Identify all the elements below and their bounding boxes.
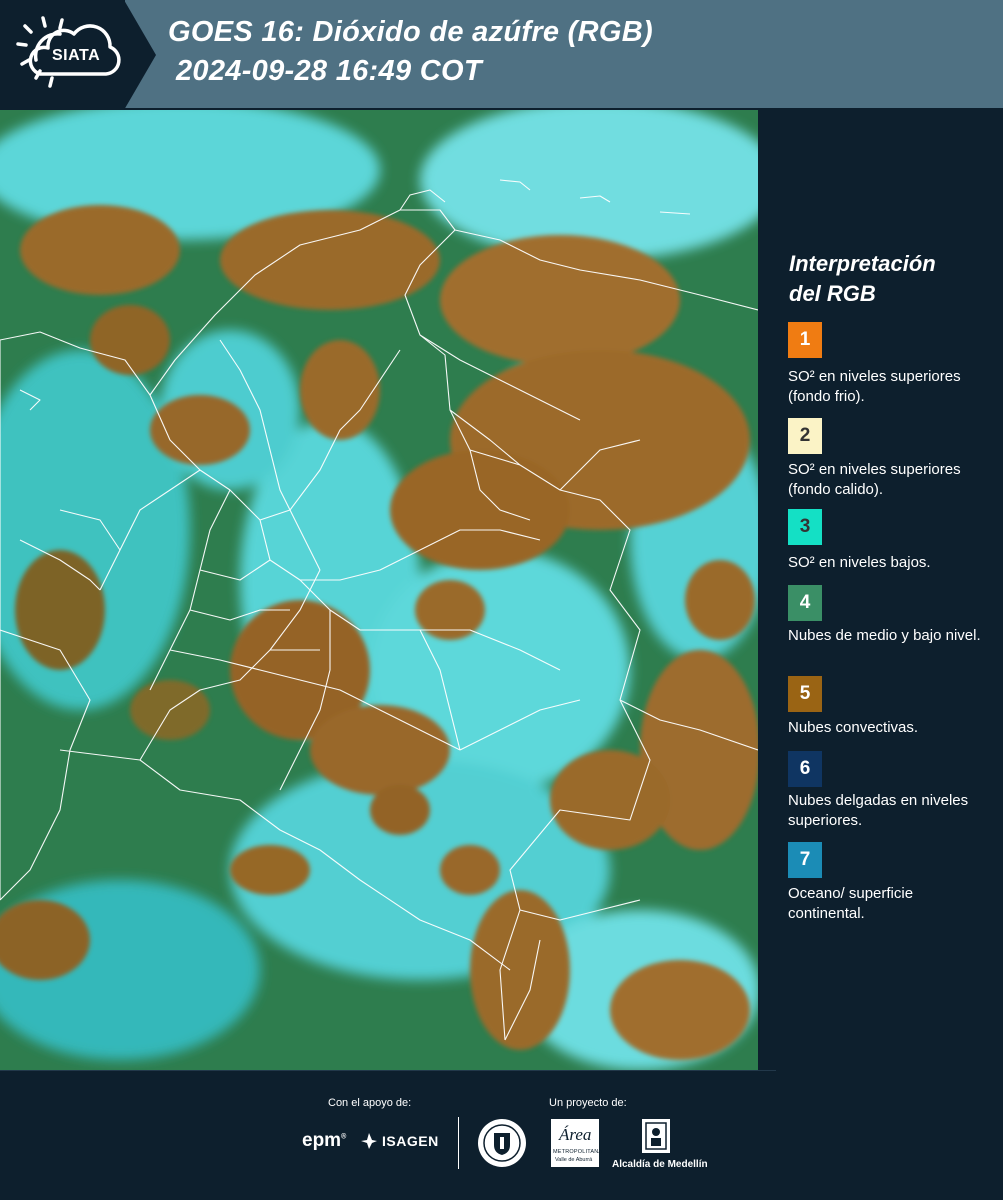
isagen-logo: ISAGEN (360, 1132, 439, 1150)
area-metropolitana-logo: Área METROPOLITANA Valle de Aburrá (551, 1119, 602, 1167)
legend-title: Interpretación del RGB (789, 249, 989, 309)
project-label: Un proyecto de: (549, 1097, 627, 1109)
legend-text-4: Nubes de medio y bajo nivel. (788, 627, 981, 644)
epm-logo: epm® (302, 1130, 347, 1151)
legend-text-3: SO² en niveles bajos. (788, 554, 931, 571)
support-label: Con el apoyo de: (328, 1097, 412, 1109)
medellin-seal-icon (478, 1119, 526, 1167)
legend-swatch-4: 4 (788, 585, 822, 621)
page-subtitle-date: 2024-09-28 16:49 COT (176, 55, 482, 87)
legend-swatch-6: 6 (788, 751, 822, 787)
legend-text-2: SO² en niveles superiores (fondo calido)… (788, 461, 961, 498)
footer-vertical-divider (458, 1117, 459, 1169)
legend-text-5: Nubes convectivas. (788, 719, 919, 736)
legend-text-7: Oceano/ superficie continental. (788, 885, 914, 922)
siata-logo: SIATA (14, 12, 132, 96)
legend-title-line1: Interpretación (789, 251, 936, 276)
legend-text-1: SO² en niveles superiores (fondo frio). (788, 368, 961, 405)
legend-swatch-5: 5 (788, 676, 822, 712)
legend-text-6: Nubes delgadas en niveles superiores. (788, 792, 969, 829)
satellite-map[interactable] (0, 110, 758, 1070)
satellite-image (0, 110, 758, 1070)
alcaldia-shield-icon (642, 1119, 670, 1153)
legend-swatch-7: 7 (788, 842, 822, 878)
footer: Con el apoyo de: Un proyecto de: epm® IS… (0, 1070, 1003, 1200)
legend-swatch-2: 2 (788, 418, 822, 454)
legend-swatch-1: 1 (788, 322, 822, 358)
page-title: GOES 16: Dióxido de azúfre (RGB) (168, 16, 653, 48)
alcaldia-label: Alcaldía de Medellín (612, 1159, 708, 1170)
logo-text: SIATA (52, 47, 101, 64)
legend-swatch-3: 3 (788, 509, 822, 545)
legend-panel: Interpretación del RGB 1 SO² en niveles … (758, 110, 1003, 1070)
header: SIATA GOES 16: Dióxido de azúfre (RGB) 2… (0, 0, 1003, 110)
legend-title-line2: del RGB (789, 281, 876, 306)
isagen-icon (361, 1133, 377, 1149)
footer-divider-line (0, 1070, 776, 1071)
